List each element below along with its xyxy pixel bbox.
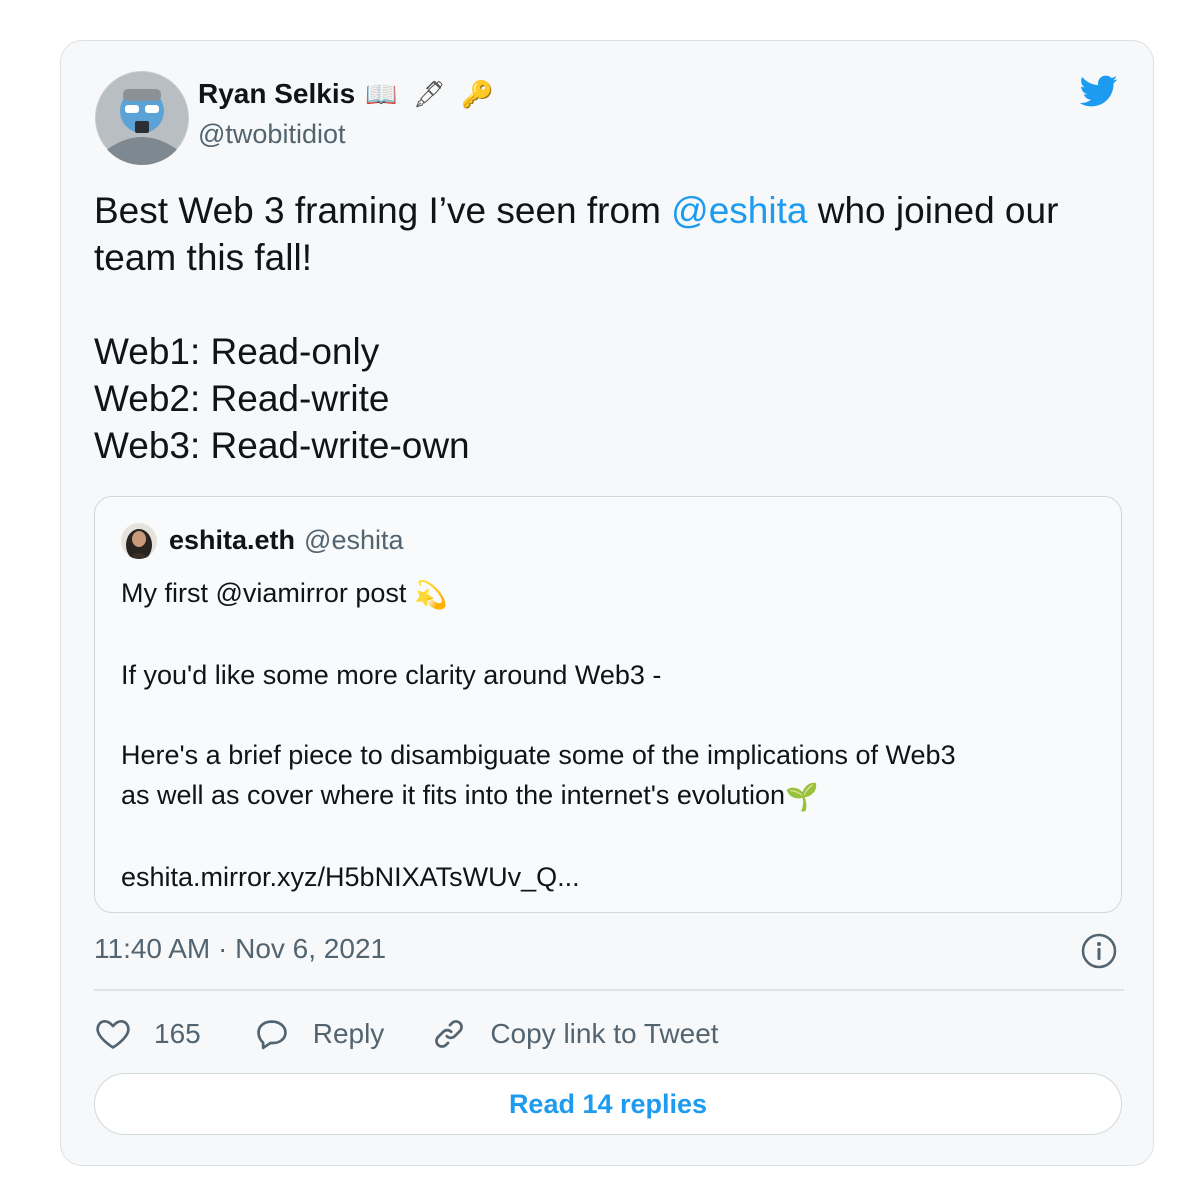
tweet-actions: 165 Reply Copy link to Tweet <box>94 1009 719 1059</box>
quoted-author-handle[interactable]: @eshita <box>304 525 403 556</box>
quoted-author-name[interactable]: eshita.eth <box>169 525 295 556</box>
quoted-link[interactable]: eshita.mirror.xyz/H5bNIXATsWUv_Q... <box>121 862 580 892</box>
quoted-body: If you'd like some more clarity around W… <box>121 659 956 810</box>
copy-link-label: Copy link to Tweet <box>490 1018 719 1049</box>
tweet-text-rest: who joined our team this fall! Web1: Rea… <box>94 190 1059 466</box>
quoted-first-line: My first @viamirror post <box>121 578 414 608</box>
seedling-emoji: 🌱 <box>784 781 819 812</box>
info-icon[interactable] <box>1081 933 1117 969</box>
tweet-card: Ryan Selkis 📖 🖋 🔑 @twobitidiot Best Web … <box>60 40 1154 1166</box>
read-replies-button[interactable]: Read 14 replies <box>94 1073 1122 1135</box>
author-display-name[interactable]: Ryan Selkis <box>198 78 355 110</box>
like-count: 165 <box>154 1018 201 1049</box>
heart-icon <box>96 1019 130 1049</box>
tweet-text-start: Best Web 3 framing I’ve seen from <box>94 190 672 231</box>
quoted-tweet[interactable]: eshita.eth @eshita My first @viamirror p… <box>94 496 1122 913</box>
quoted-author-row: eshita.eth @eshita <box>169 525 404 556</box>
reply-button[interactable]: Reply <box>253 1015 385 1053</box>
reply-label: Reply <box>312 1018 385 1049</box>
author-handle[interactable]: @twobitidiot <box>198 119 345 150</box>
reply-bubble-icon <box>256 1020 287 1050</box>
link-icon <box>435 1020 464 1048</box>
mention-link[interactable]: @eshita <box>671 190 807 231</box>
like-button[interactable]: 165 <box>94 1015 201 1053</box>
tweet-text: Best Web 3 framing I’ve seen from @eshit… <box>94 187 1124 469</box>
tweet-timestamp[interactable]: 11:40 AM · Nov 6, 2021 <box>94 933 386 965</box>
quoted-tweet-text: My first @viamirror post 💫 If you'd like… <box>121 573 1101 897</box>
copy-link-button[interactable]: Copy link to Tweet <box>430 1015 719 1053</box>
author-emojis: 📖 🖋 🔑 <box>365 78 498 109</box>
twitter-bird-icon[interactable] <box>1075 71 1121 111</box>
author-avatar[interactable] <box>95 71 189 165</box>
divider <box>94 989 1124 991</box>
dizzy-star-emoji: 💫 <box>413 579 448 610</box>
quoted-author-avatar[interactable] <box>121 523 157 559</box>
author-name-row[interactable]: Ryan Selkis 📖 🖋 🔑 <box>198 77 497 111</box>
